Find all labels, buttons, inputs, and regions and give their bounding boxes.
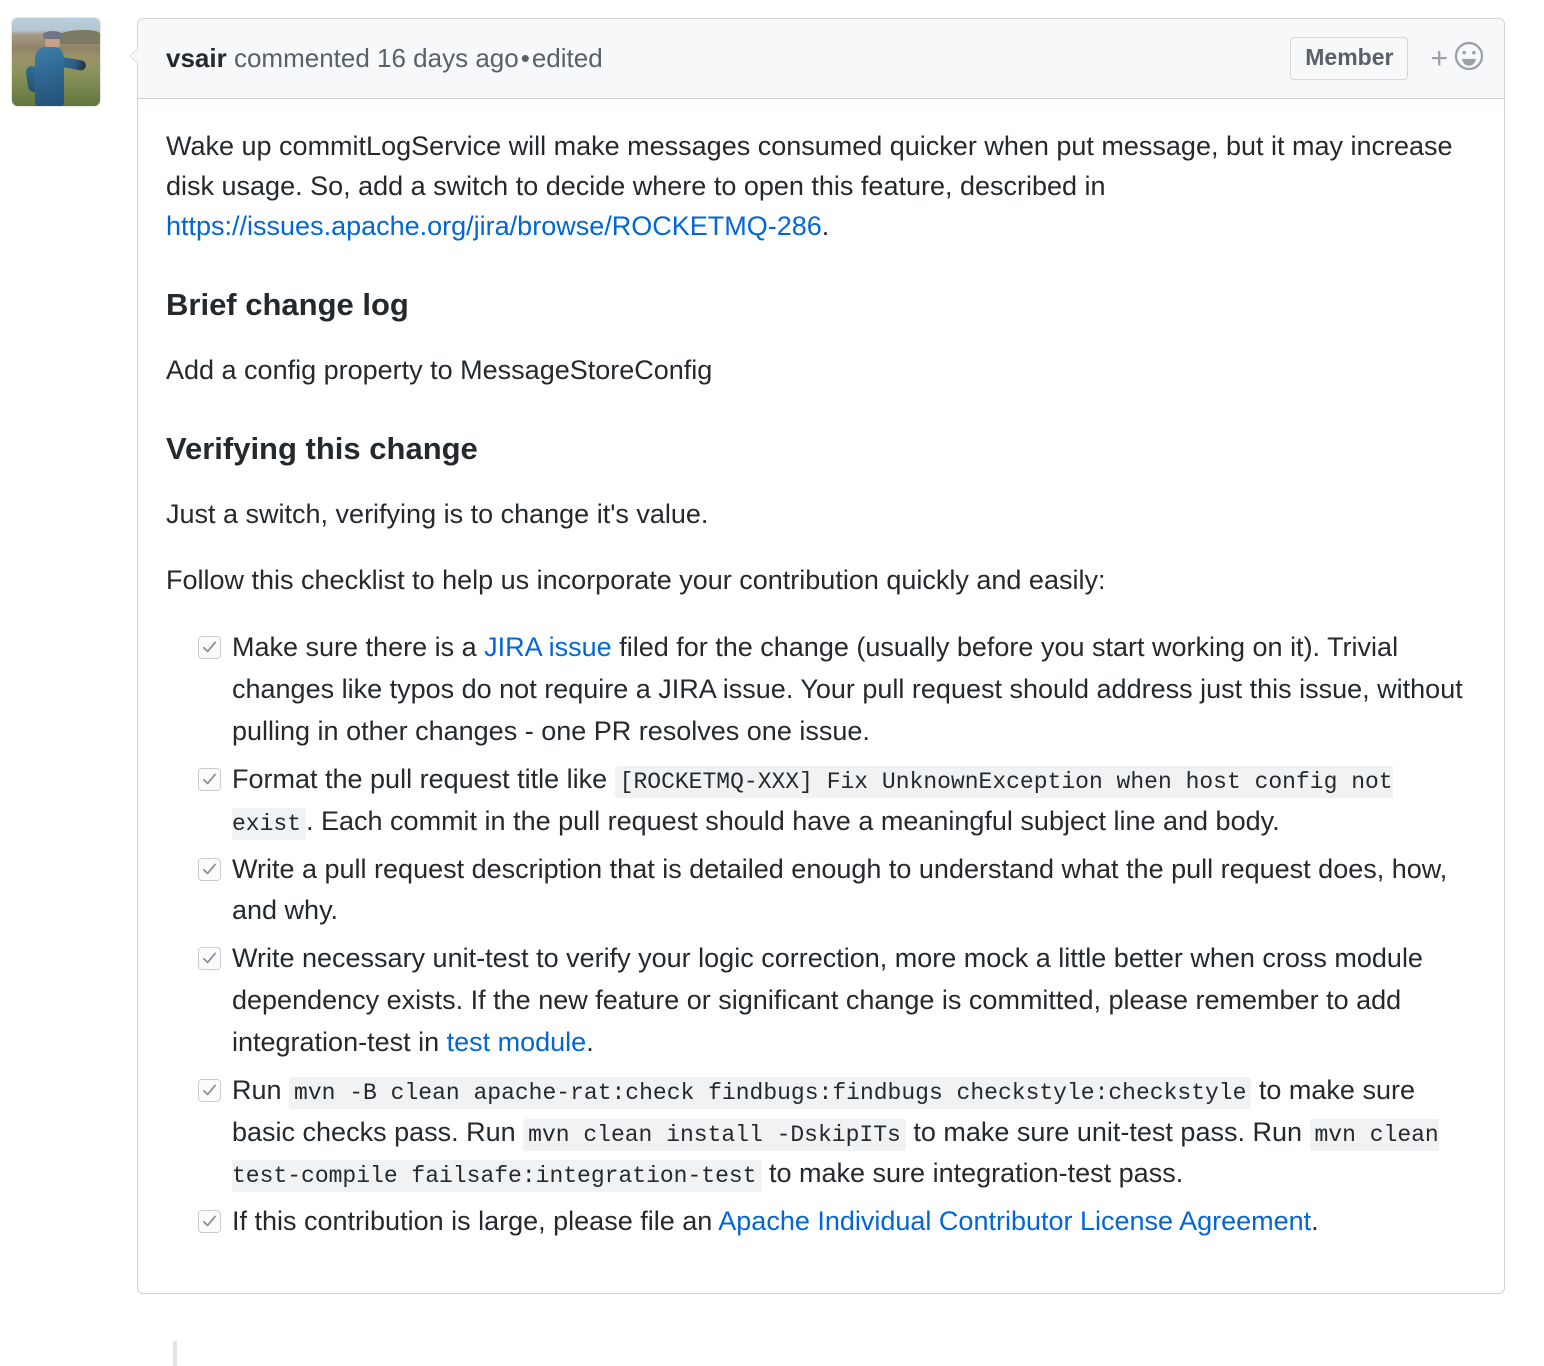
avatar-arm-right bbox=[59, 57, 88, 72]
checklist-text: to make sure unit-test pass. Run bbox=[905, 1116, 1310, 1147]
checklist-text: Run bbox=[232, 1074, 290, 1105]
task-checkbox-3[interactable] bbox=[198, 857, 221, 881]
checklist-text: . bbox=[586, 1026, 594, 1057]
comment-byline: vsair commented 16 days ago•edited bbox=[166, 43, 1290, 74]
checklist-item: Write necessary unit-test to verify your… bbox=[198, 938, 1470, 1064]
checklist-item: Format the pull request title like [ROCK… bbox=[198, 759, 1470, 843]
inline-code: mvn clean install -DskipITs bbox=[523, 1118, 906, 1151]
checklist-text: . bbox=[1311, 1206, 1319, 1237]
checklist-text: Write necessary unit-test to verify your… bbox=[232, 943, 1423, 1057]
timeline-connector-line bbox=[173, 1341, 177, 1366]
comment-action-text: commented 16 days ago bbox=[233, 43, 519, 73]
member-badge: Member bbox=[1290, 37, 1409, 80]
smiley-face-icon bbox=[1452, 39, 1486, 78]
task-checkbox-5[interactable] bbox=[198, 1078, 221, 1102]
checklist-item: Write a pull request description that is… bbox=[198, 849, 1470, 933]
intro-paragraph: Wake up commitLogService will make messa… bbox=[166, 127, 1470, 247]
checklist-text: to make sure integration-test pass. bbox=[761, 1158, 1184, 1189]
intro-text-part2: . bbox=[821, 210, 830, 241]
checklist-link[interactable]: JIRA issue bbox=[484, 632, 612, 662]
changelog-paragraph: Add a config property to MessageStoreCon… bbox=[166, 355, 713, 386]
checklist-intro-paragraph: Follow this checklist to help us incorpo… bbox=[166, 565, 1106, 596]
plus-icon: + bbox=[1430, 41, 1448, 75]
intro-text-part1: Wake up commitLogService will make messa… bbox=[166, 131, 1453, 201]
checklist-text: Write a pull request description that is… bbox=[232, 853, 1448, 926]
task-checkbox-2[interactable] bbox=[198, 767, 221, 791]
checklist-item: If this contribution is large, please fi… bbox=[198, 1201, 1470, 1243]
add-reaction-button[interactable]: + bbox=[1430, 39, 1486, 78]
comment-edited-label[interactable]: edited bbox=[532, 43, 603, 73]
verifying-paragraph: Just a switch, verifying is to change it… bbox=[166, 499, 709, 530]
comment-header: vsair commented 16 days ago•edited Membe… bbox=[138, 19, 1504, 99]
avatar-hat bbox=[42, 31, 63, 40]
avatar-image bbox=[12, 18, 100, 106]
checklist-item: Run mvn -B clean apache-rat:check findbu… bbox=[198, 1070, 1470, 1196]
contribution-checklist: Make sure there is a JIRA issue filed fo… bbox=[166, 627, 1470, 1243]
heading-brief-change-log: Brief change log bbox=[166, 286, 409, 322]
checklist-text: If this contribution is large, please fi… bbox=[232, 1206, 719, 1237]
inline-code: mvn -B clean apache-rat:check findbugs:f… bbox=[289, 1076, 1252, 1109]
checklist-link[interactable]: Apache Individual Contributor License Ag… bbox=[718, 1206, 1311, 1236]
comment-author[interactable]: vsair bbox=[166, 43, 227, 73]
checklist-text: . Each commit in the pull request should… bbox=[306, 805, 1280, 836]
avatar-arm-left bbox=[25, 65, 42, 94]
checklist-link[interactable]: test module bbox=[447, 1027, 587, 1057]
comment-body: Wake up commitLogService will make messa… bbox=[138, 99, 1504, 1293]
comment-timeline: vsair commented 16 days ago•edited Membe… bbox=[0, 0, 1544, 1366]
comment-arrow-fill bbox=[130, 48, 139, 64]
comment-header-actions: Member + bbox=[1290, 37, 1486, 80]
checklist-text: Format the pull request title like bbox=[232, 763, 615, 794]
jira-issue-url-link[interactable]: https://issues.apache.org/jira/browse/RO… bbox=[166, 211, 822, 241]
task-checkbox-4[interactable] bbox=[198, 947, 221, 971]
comment-box: vsair commented 16 days ago•edited Membe… bbox=[129, 18, 1505, 1295]
heading-verifying-this-change: Verifying this change bbox=[166, 431, 478, 467]
checklist-text: Make sure there is a bbox=[232, 632, 485, 663]
task-checkbox-1[interactable] bbox=[198, 636, 221, 660]
checklist-item: Make sure there is a JIRA issue filed fo… bbox=[198, 627, 1470, 753]
task-checkbox-6[interactable] bbox=[198, 1210, 221, 1234]
avatar[interactable] bbox=[12, 18, 100, 106]
comment-separator: • bbox=[520, 43, 530, 73]
